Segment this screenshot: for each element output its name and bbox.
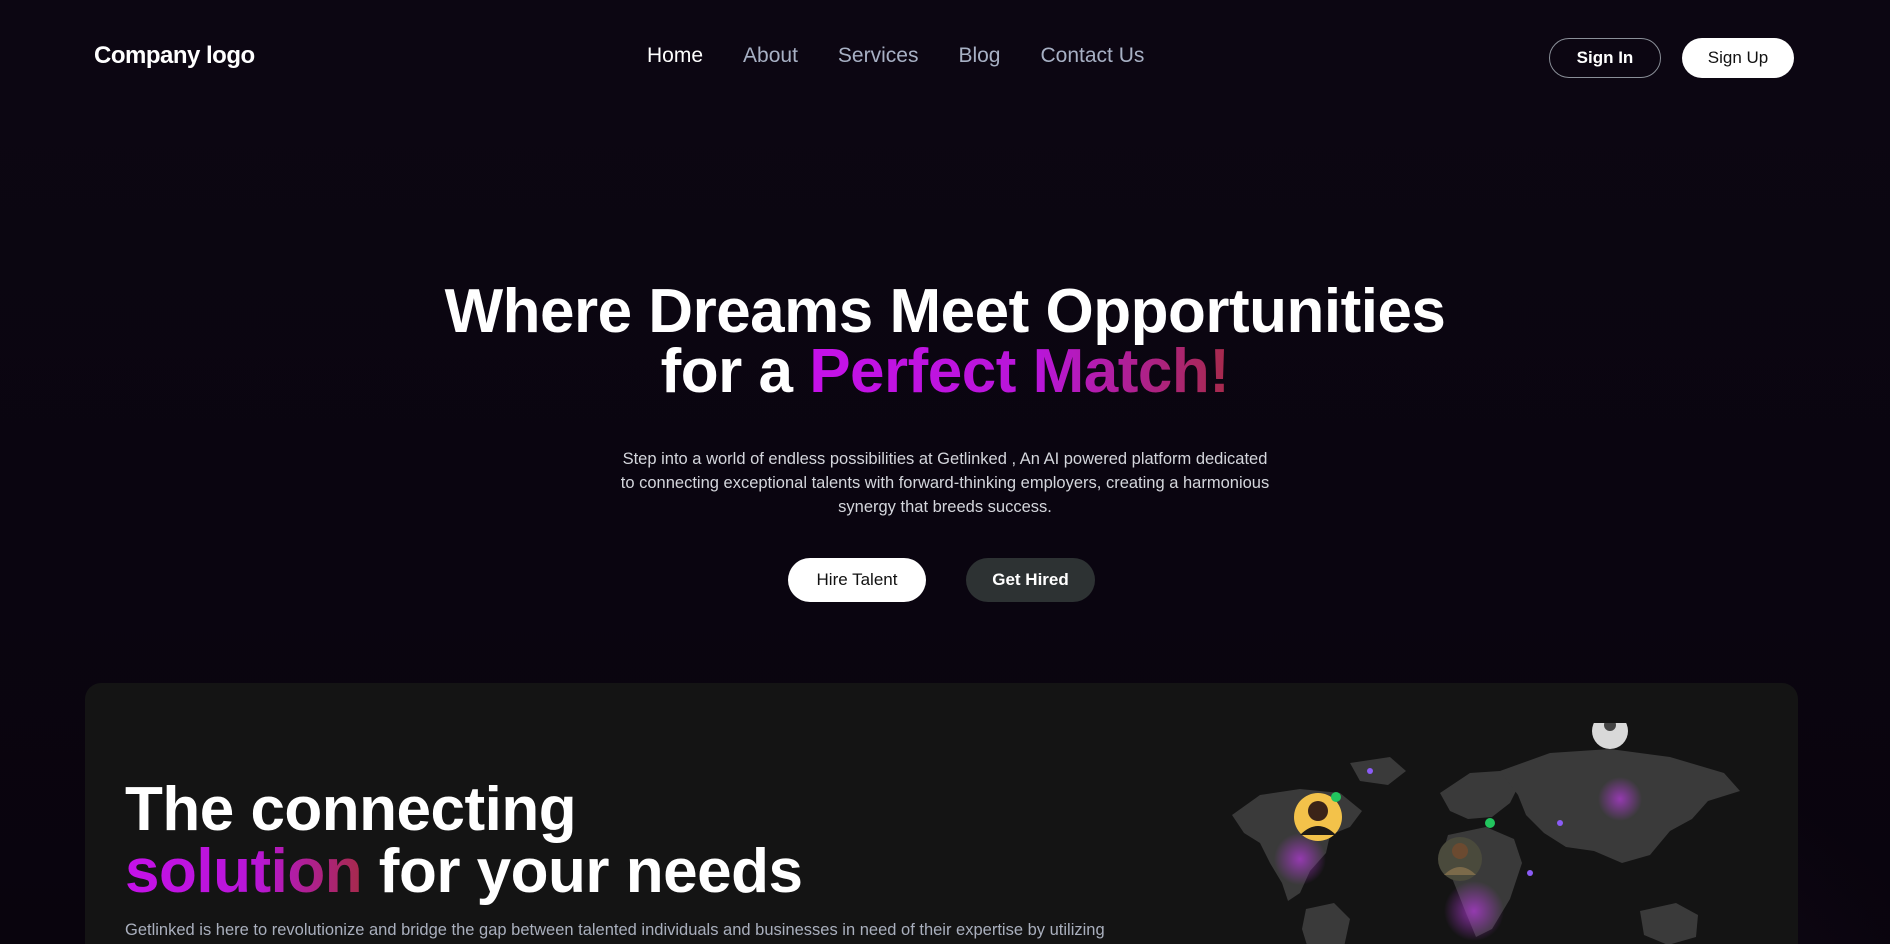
hero-title-line1: Where Dreams Meet Opportunities — [444, 277, 1446, 346]
section-title-highlight: solution — [125, 837, 363, 906]
sign-up-button[interactable]: Sign Up — [1682, 38, 1794, 78]
landing-page: Company logo Home About Services Blog Co… — [0, 0, 1890, 944]
glow-point — [1557, 820, 1563, 826]
nav-link-contact[interactable]: Contact Us — [1040, 44, 1144, 68]
company-logo[interactable]: Company logo — [94, 42, 255, 70]
glow-point — [1598, 777, 1642, 821]
hero-subtitle-line2: to connecting exceptional talents with f… — [620, 474, 1270, 492]
hero-title-prefix: for a — [660, 337, 810, 406]
glow-point — [1367, 768, 1373, 774]
nav-link-about[interactable]: About — [743, 44, 798, 68]
section-description: Getlinked is here to revolutionize and b… — [125, 921, 1105, 939]
hero-subtitle-line1: Step into a world of endless possibiliti… — [622, 450, 1268, 468]
greenland-shape — [1350, 757, 1406, 785]
hire-talent-button[interactable]: Hire Talent — [788, 558, 926, 602]
section-title-rest: for your needs — [362, 837, 803, 906]
hero-subtitle-line3: synergy that breeds success. — [838, 498, 1052, 516]
connecting-solution-card: The connecting solution for your needs G… — [85, 683, 1798, 944]
avatar-asia[interactable] — [1592, 723, 1628, 749]
hero-title: Where Dreams Meet Opportunities for a Pe… — [0, 281, 1890, 403]
online-indicator — [1485, 818, 1495, 828]
hero-title-highlight: Perfect Match! — [809, 337, 1230, 406]
australia-shape — [1640, 903, 1698, 944]
south-america-shape — [1302, 903, 1350, 944]
main-menu: Home About Services Blog Contact Us — [647, 44, 1184, 68]
section-title-line1: The connecting — [125, 775, 577, 844]
sign-in-button[interactable]: Sign In — [1549, 38, 1661, 78]
world-map-illustration — [1232, 723, 1740, 944]
get-hired-button[interactable]: Get Hired — [966, 558, 1095, 602]
glow-point — [1527, 870, 1533, 876]
section-title: The connecting solution for your needs — [125, 779, 803, 906]
top-navigation: Company logo Home About Services Blog Co… — [0, 0, 1890, 116]
nav-link-services[interactable]: Services — [838, 44, 919, 68]
hero-subtitle: Step into a world of endless possibiliti… — [590, 447, 1300, 519]
nav-link-blog[interactable]: Blog — [958, 44, 1000, 68]
online-indicator — [1331, 792, 1341, 802]
glow-point — [1444, 881, 1504, 941]
nav-link-home[interactable]: Home — [647, 44, 703, 68]
